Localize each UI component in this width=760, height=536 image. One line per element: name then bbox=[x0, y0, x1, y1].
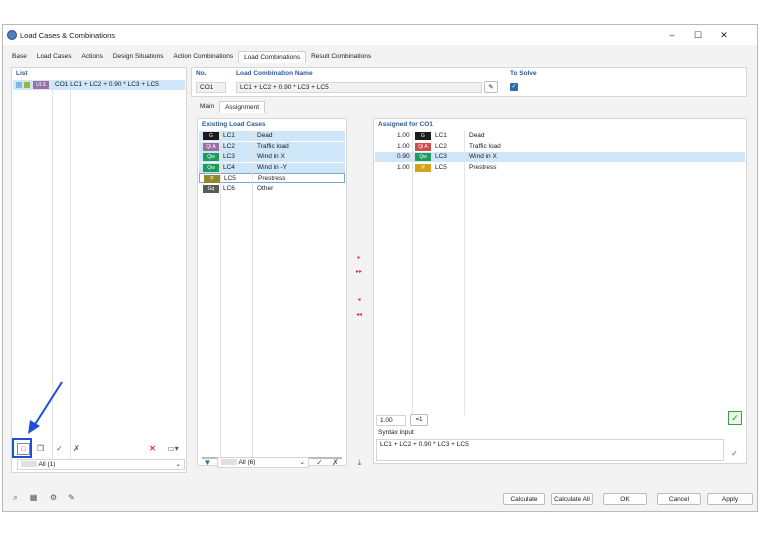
annotation-highlight-box bbox=[12, 438, 32, 458]
annotation-overlay bbox=[28, 381, 63, 434]
annotation-arrow-head bbox=[28, 420, 40, 434]
annotation-arrow-line bbox=[33, 381, 63, 427]
